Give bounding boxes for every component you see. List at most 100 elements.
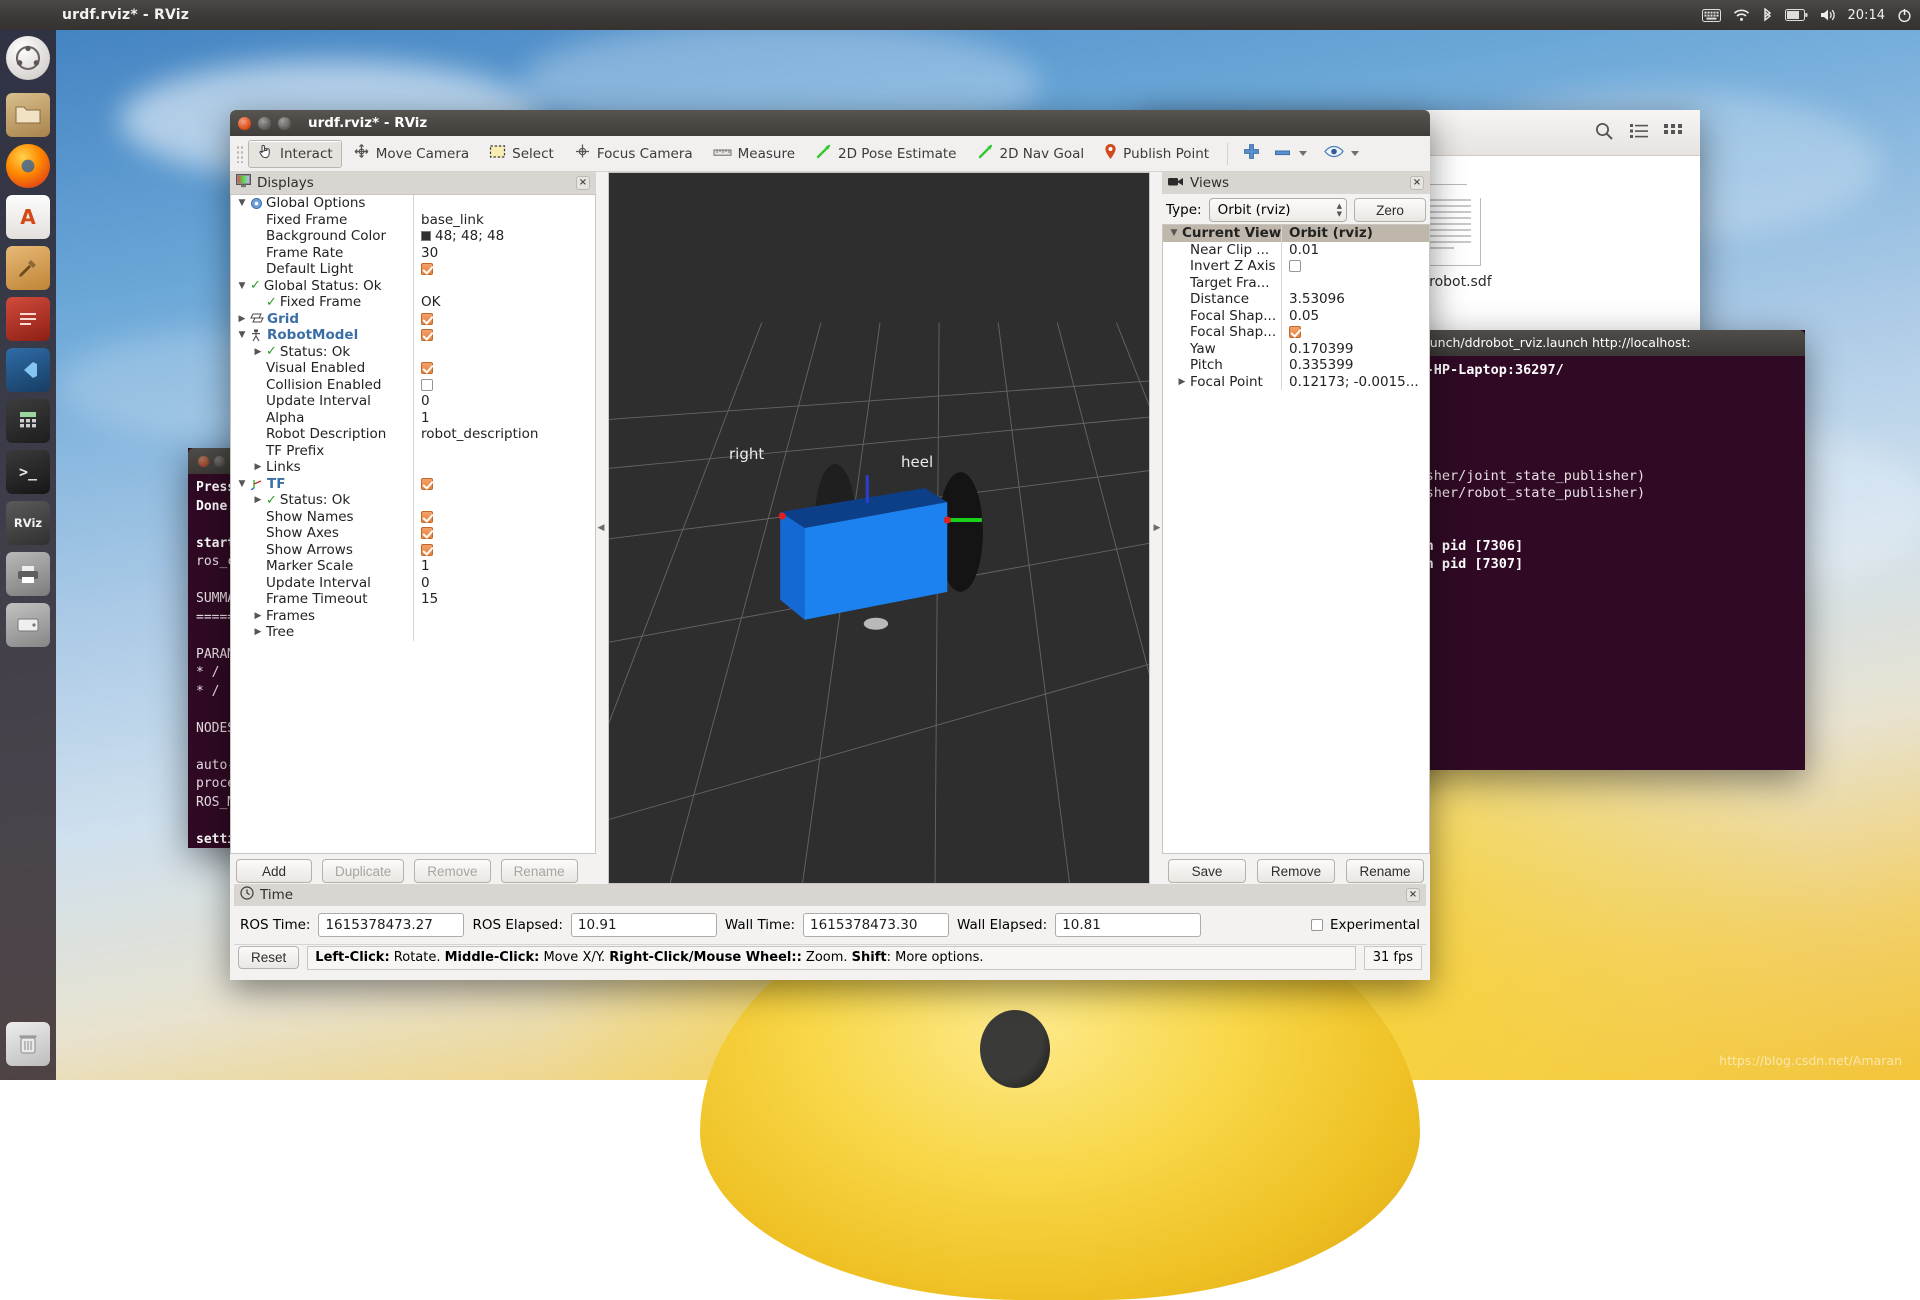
splitter-right[interactable]: ▶ bbox=[1152, 172, 1162, 884]
tree-row-value[interactable] bbox=[413, 327, 595, 344]
color-swatch[interactable] bbox=[421, 231, 431, 241]
tree-row[interactable]: Frame Timeout15 bbox=[231, 591, 595, 608]
tool-move-camera[interactable]: Move Camera bbox=[344, 140, 478, 168]
rename-button[interactable]: Rename bbox=[1346, 859, 1424, 883]
launcher-item-ubuntu-dash[interactable] bbox=[6, 36, 50, 80]
tree-row[interactable]: Tree bbox=[231, 624, 595, 641]
battery-icon[interactable] bbox=[1785, 9, 1808, 21]
tree-row-value[interactable]: 0 bbox=[413, 393, 595, 410]
tree-row-value[interactable]: 0.05 bbox=[1281, 308, 1429, 325]
tree-row[interactable]: Default Light bbox=[231, 261, 595, 278]
tree-row[interactable]: Show Arrows bbox=[231, 542, 595, 559]
launcher-item-text-editor[interactable] bbox=[6, 297, 50, 341]
tree-down-arrow-icon[interactable] bbox=[237, 198, 247, 208]
view-type-select[interactable]: Orbit (rviz) ▲▼ bbox=[1209, 198, 1347, 222]
tree-row[interactable]: ✓Status: Ok bbox=[231, 492, 595, 509]
experimental-checkbox[interactable] bbox=[1311, 919, 1323, 931]
tree-row[interactable]: Fixed Framebase_link bbox=[231, 212, 595, 229]
tree-row[interactable]: Alpha1 bbox=[231, 410, 595, 427]
tree-row-value[interactable] bbox=[413, 344, 595, 361]
tree-down-arrow-icon[interactable] bbox=[237, 479, 247, 489]
tree-row-value[interactable]: OK bbox=[413, 294, 595, 311]
tree-row-value[interactable]: 1 bbox=[413, 558, 595, 575]
checkbox[interactable] bbox=[421, 478, 433, 490]
launcher-item-terminal[interactable]: >_ bbox=[6, 450, 50, 494]
tool-publish-point[interactable]: Publish Point bbox=[1095, 140, 1218, 168]
chevron-down-icon[interactable] bbox=[1351, 151, 1359, 156]
tree-row[interactable]: Grid bbox=[231, 311, 595, 328]
launcher-item-rviz[interactable]: RViz bbox=[6, 501, 50, 545]
tree-row[interactable]: TF bbox=[231, 476, 595, 493]
tree-right-arrow-icon[interactable] bbox=[253, 347, 263, 357]
tree-right-arrow-icon[interactable] bbox=[253, 495, 263, 505]
tree-right-arrow-icon[interactable] bbox=[253, 611, 263, 621]
plus-icon[interactable] bbox=[1237, 143, 1266, 164]
launcher-item-files[interactable] bbox=[6, 93, 50, 137]
tree-row[interactable]: Frames bbox=[231, 608, 595, 625]
tree-row-value[interactable]: 0.335399 bbox=[1281, 357, 1429, 374]
zero-button[interactable]: Zero bbox=[1354, 198, 1426, 222]
tree-row-value[interactable] bbox=[413, 443, 595, 460]
tree-row[interactable]: Visual Enabled bbox=[231, 360, 595, 377]
power-icon[interactable] bbox=[1897, 8, 1912, 23]
maximize-icon[interactable]: □ bbox=[278, 117, 291, 130]
tree-row[interactable]: Focal Point0.12173; -0.0015... bbox=[1163, 374, 1429, 391]
tree-row-value[interactable] bbox=[413, 476, 595, 493]
bluetooth-icon[interactable] bbox=[1762, 8, 1773, 23]
tree-row-value[interactable] bbox=[413, 311, 595, 328]
launcher-item-firefox[interactable] bbox=[6, 144, 50, 188]
close-icon[interactable]: × bbox=[576, 176, 590, 190]
tree-row[interactable]: Show Axes bbox=[231, 525, 595, 542]
tree-row-value[interactable]: 48; 48; 48 bbox=[413, 228, 595, 245]
tree-down-arrow-icon[interactable] bbox=[1169, 228, 1179, 238]
add-button[interactable]: Add bbox=[236, 859, 312, 883]
save-button[interactable]: Save bbox=[1168, 859, 1246, 883]
tool-focus-camera[interactable]: Focus Camera bbox=[565, 140, 702, 168]
tree-down-arrow-icon[interactable] bbox=[237, 281, 247, 291]
tree-row[interactable]: Frame Rate30 bbox=[231, 245, 595, 262]
minus-icon[interactable] bbox=[1268, 146, 1297, 161]
tree-row-value[interactable]: 0.170399 bbox=[1281, 341, 1429, 358]
tree-row-value[interactable] bbox=[413, 377, 595, 394]
search-icon[interactable] bbox=[1594, 121, 1614, 145]
tree-row-value[interactable]: 0.12173; -0.0015... bbox=[1281, 374, 1429, 391]
close-icon[interactable]: × bbox=[1406, 888, 1420, 902]
tree-row[interactable]: Update Interval0 bbox=[231, 393, 595, 410]
tree-row[interactable]: Near Clip ...0.01 bbox=[1163, 242, 1429, 259]
ros-time-input[interactable]: 1615378473.27 bbox=[318, 913, 464, 937]
tool-measure[interactable]: Measure bbox=[704, 140, 804, 168]
tree-row-value[interactable] bbox=[413, 542, 595, 559]
tree-row-value[interactable]: 15 bbox=[413, 591, 595, 608]
launcher-item-trash[interactable] bbox=[6, 1022, 50, 1066]
tree-row[interactable]: Update Interval0 bbox=[231, 575, 595, 592]
tree-row[interactable]: Yaw0.170399 bbox=[1163, 341, 1429, 358]
tree-row-value[interactable] bbox=[413, 525, 595, 542]
toolbar-grip[interactable] bbox=[236, 145, 244, 163]
tree-row[interactable]: Marker Scale1 bbox=[231, 558, 595, 575]
tree-row[interactable]: TF Prefix bbox=[231, 443, 595, 460]
tree-row-value[interactable]: 0 bbox=[413, 575, 595, 592]
remove-button[interactable]: Remove bbox=[1257, 859, 1335, 883]
launcher-item-printer[interactable] bbox=[6, 552, 50, 596]
tree-row-value[interactable] bbox=[413, 624, 595, 641]
reset-button[interactable]: Reset bbox=[238, 946, 299, 969]
volume-icon[interactable] bbox=[1820, 8, 1836, 22]
launcher-item-ubuntu-software[interactable]: A bbox=[6, 195, 50, 239]
tool-2d-pose-estimate[interactable]: 2D Pose Estimate bbox=[806, 140, 965, 168]
wall-time-input[interactable]: 1615378473.30 bbox=[803, 913, 949, 937]
tree-row[interactable]: ✓Status: Ok bbox=[231, 344, 595, 361]
checkbox[interactable] bbox=[421, 544, 433, 556]
checkbox[interactable] bbox=[421, 511, 433, 523]
tree-row[interactable]: Invert Z Axis bbox=[1163, 258, 1429, 275]
tree-row[interactable]: RobotModel bbox=[231, 327, 595, 344]
tree-right-arrow-icon[interactable] bbox=[253, 627, 263, 637]
tree-row-value[interactable] bbox=[1281, 324, 1429, 341]
close-icon[interactable]: × bbox=[238, 117, 251, 130]
rviz-window[interactable]: × − □ urdf.rviz* - RViz Interact Move Ca… bbox=[230, 110, 1430, 980]
tree-right-arrow-icon[interactable] bbox=[237, 314, 247, 324]
tree-row[interactable]: Show Names bbox=[231, 509, 595, 526]
launcher-item-vscode[interactable] bbox=[6, 348, 50, 392]
tool-2d-nav-goal[interactable]: 2D Nav Goal bbox=[968, 140, 1094, 168]
checkbox[interactable] bbox=[421, 527, 433, 539]
terminal-window-right[interactable]: otics/launch/ddrobot_rviz.launch http://… bbox=[1375, 330, 1805, 770]
